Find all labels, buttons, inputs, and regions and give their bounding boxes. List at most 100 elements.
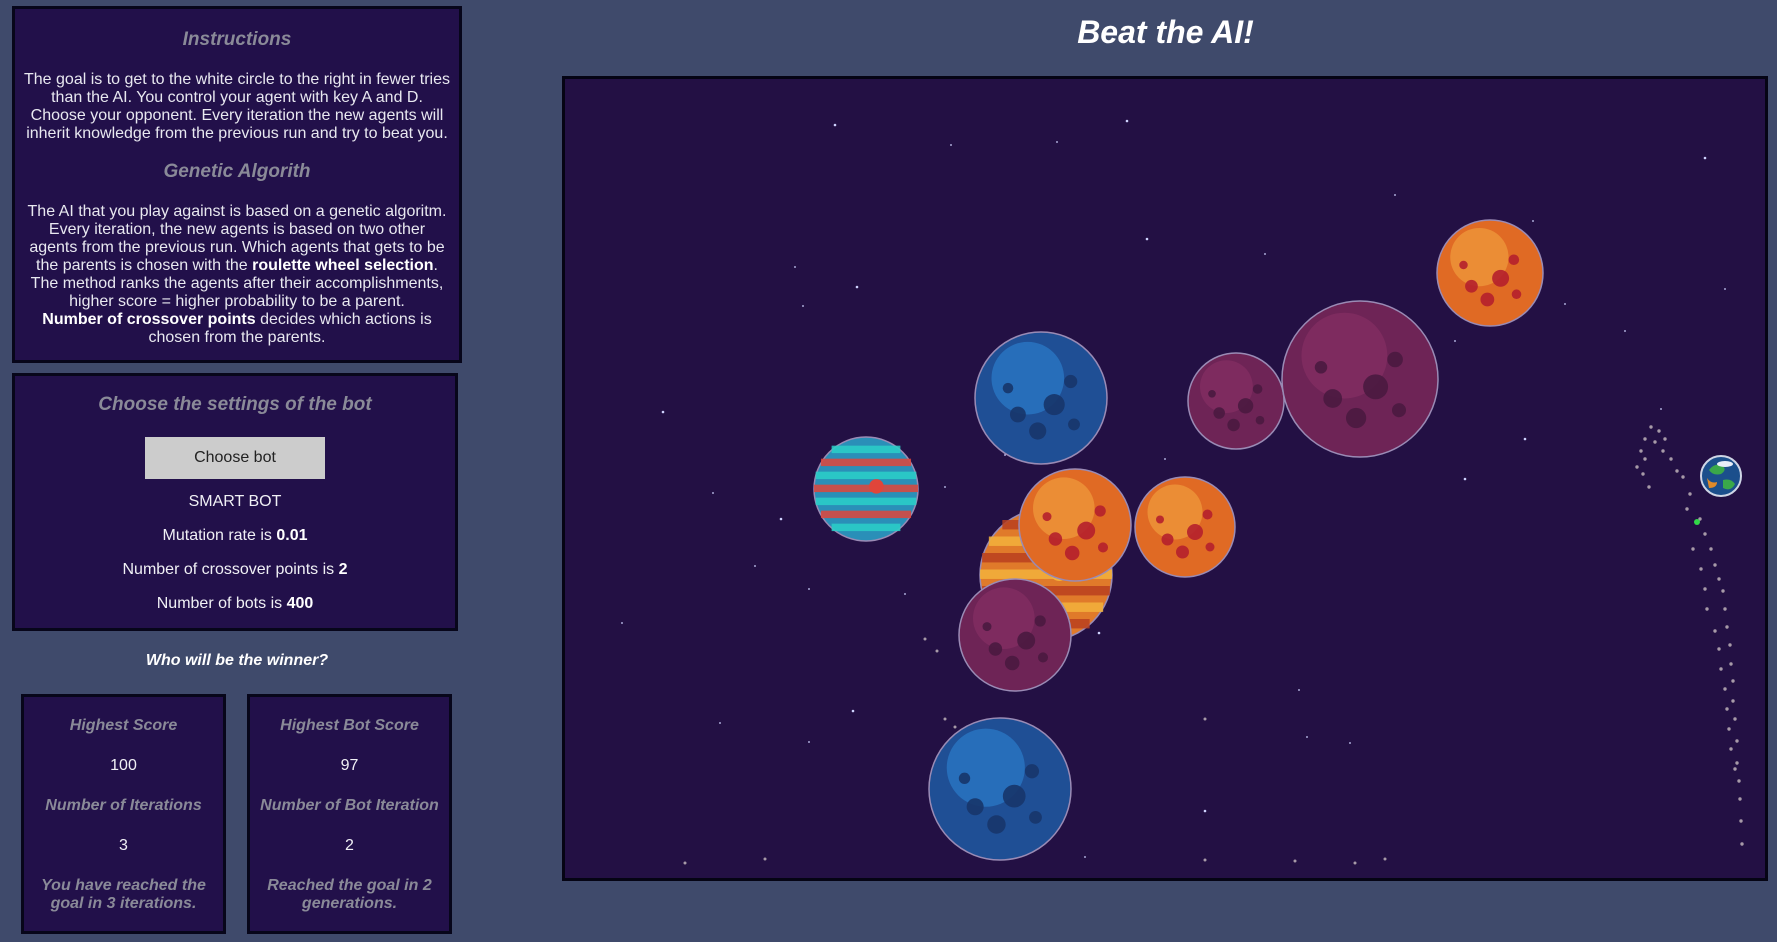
- star: [1264, 253, 1266, 255]
- trail-dot: [1643, 457, 1647, 461]
- star: [1203, 809, 1207, 813]
- orange-cratered-planet-icon: [1134, 476, 1236, 578]
- star: [1097, 631, 1101, 635]
- trail-dot: [1675, 469, 1679, 473]
- trail-dot: [1731, 679, 1735, 683]
- bot-count-value: 400: [286, 595, 314, 612]
- player-status-message: You have reached the goal in 3 iteration…: [41, 877, 206, 912]
- game-title: Beat the AI!: [1077, 14, 1254, 50]
- goal-earth-icon: [1700, 455, 1742, 497]
- trail-dot: [1653, 440, 1657, 444]
- trail-dot: [1740, 842, 1744, 846]
- trail-dot: [923, 637, 927, 641]
- trail-dot: [1727, 727, 1731, 731]
- trail-dot: [1729, 662, 1733, 666]
- genetic-algorithm-title: Genetic Algorith: [163, 161, 311, 182]
- blue-cratered-planet-icon: [974, 331, 1108, 465]
- trail-dot: [1663, 437, 1667, 441]
- orange-cratered-planet-icon: [1436, 219, 1544, 327]
- bot-type-label: SMART BOT: [188, 493, 282, 510]
- candy-planet-icon: [813, 436, 919, 542]
- star: [1703, 156, 1707, 160]
- trail-dot: [1685, 507, 1689, 511]
- star: [1624, 330, 1626, 332]
- trail-dot: [1203, 717, 1207, 721]
- purple-cratered-planet-icon: [1187, 352, 1285, 450]
- trail-dot: [1713, 563, 1717, 567]
- trail-dot: [1705, 607, 1709, 611]
- star: [779, 517, 783, 521]
- star: [1306, 736, 1308, 738]
- star: [754, 565, 756, 567]
- bot-status-message: Reached the goal in 2 generations.: [267, 877, 432, 912]
- trail-dot: [763, 857, 767, 861]
- star: [1523, 437, 1527, 441]
- genetic-algorithm-text: The AI that you play against is based on…: [23, 203, 451, 347]
- crossover-points-value: 2: [338, 561, 348, 578]
- trail-dot: [1703, 587, 1707, 591]
- trail-dot: [1681, 475, 1685, 479]
- star: [1056, 141, 1058, 143]
- trail-dot: [1738, 797, 1742, 801]
- trail-dot: [1657, 429, 1661, 433]
- star: [1125, 119, 1129, 123]
- star: [833, 123, 837, 127]
- star: [621, 622, 623, 624]
- bot-count-label: Number of bots is: [156, 595, 287, 612]
- bot-iterations-value: 2: [345, 837, 354, 854]
- bot-score-panel: Highest Bot Score 97 Number of Bot Itera…: [247, 694, 452, 934]
- player-iterations-value: 3: [119, 837, 128, 854]
- trail-dot: [935, 649, 939, 653]
- star: [802, 305, 804, 307]
- crossover-points-label: Number of crossover points is: [122, 561, 339, 578]
- crossover-points-line: Number of crossover points is 2: [23, 561, 447, 579]
- star: [950, 144, 952, 146]
- trail-dot: [1737, 779, 1741, 783]
- trail-dot: [683, 861, 687, 865]
- trail-dot: [1725, 707, 1729, 711]
- trail-dot: [1725, 625, 1729, 629]
- star: [904, 593, 906, 595]
- trail-dot: [1713, 629, 1717, 633]
- star: [1164, 458, 1166, 460]
- star: [1532, 220, 1534, 222]
- star: [855, 285, 859, 289]
- player-score-value: 100: [110, 757, 137, 774]
- mutation-rate-line: Mutation rate is 0.01: [23, 527, 447, 545]
- game-canvas[interactable]: [562, 76, 1768, 881]
- trail-dot: [1739, 819, 1743, 823]
- player-agent: [1694, 519, 1700, 525]
- trail-dot: [1703, 532, 1707, 536]
- trail-dot: [1647, 485, 1651, 489]
- planet-obstacles: [813, 219, 1544, 861]
- instructions-title: Instructions: [182, 29, 292, 50]
- trail-dot: [953, 725, 957, 729]
- trail-dot: [1699, 567, 1703, 571]
- mutation-rate-label: Mutation rate is: [162, 527, 277, 544]
- trail-dot: [1293, 859, 1297, 863]
- star: [1394, 194, 1396, 196]
- star: [794, 266, 796, 268]
- trail-dot: [1709, 547, 1713, 551]
- settings-title: Choose the settings of the bot: [98, 394, 372, 415]
- trail-dot: [1728, 643, 1732, 647]
- purple-cratered-planet-icon: [958, 578, 1072, 692]
- orange-cratered-planet-icon: [1018, 468, 1132, 582]
- trail-dot: [1717, 577, 1721, 581]
- trail-dot: [1639, 449, 1643, 453]
- bot-score-label: Highest Bot Score: [280, 717, 419, 734]
- star: [808, 588, 810, 590]
- mutation-rate-value: 0.01: [276, 527, 308, 544]
- bot-iterations-label: Number of Bot Iteration: [260, 797, 439, 814]
- trail-dot: [1203, 858, 1207, 862]
- trail-dot: [1731, 699, 1735, 703]
- star: [808, 741, 810, 743]
- trail-dot: [1733, 717, 1737, 721]
- ga-bold-roulette: roulette wheel selection: [252, 257, 434, 274]
- trail-dot: [1669, 457, 1673, 461]
- trail-dot: [1733, 767, 1737, 771]
- choose-bot-button[interactable]: Choose bot: [145, 437, 325, 479]
- purple-cratered-planet-icon: [1281, 300, 1439, 458]
- star: [851, 709, 855, 713]
- trail-dot: [1723, 607, 1727, 611]
